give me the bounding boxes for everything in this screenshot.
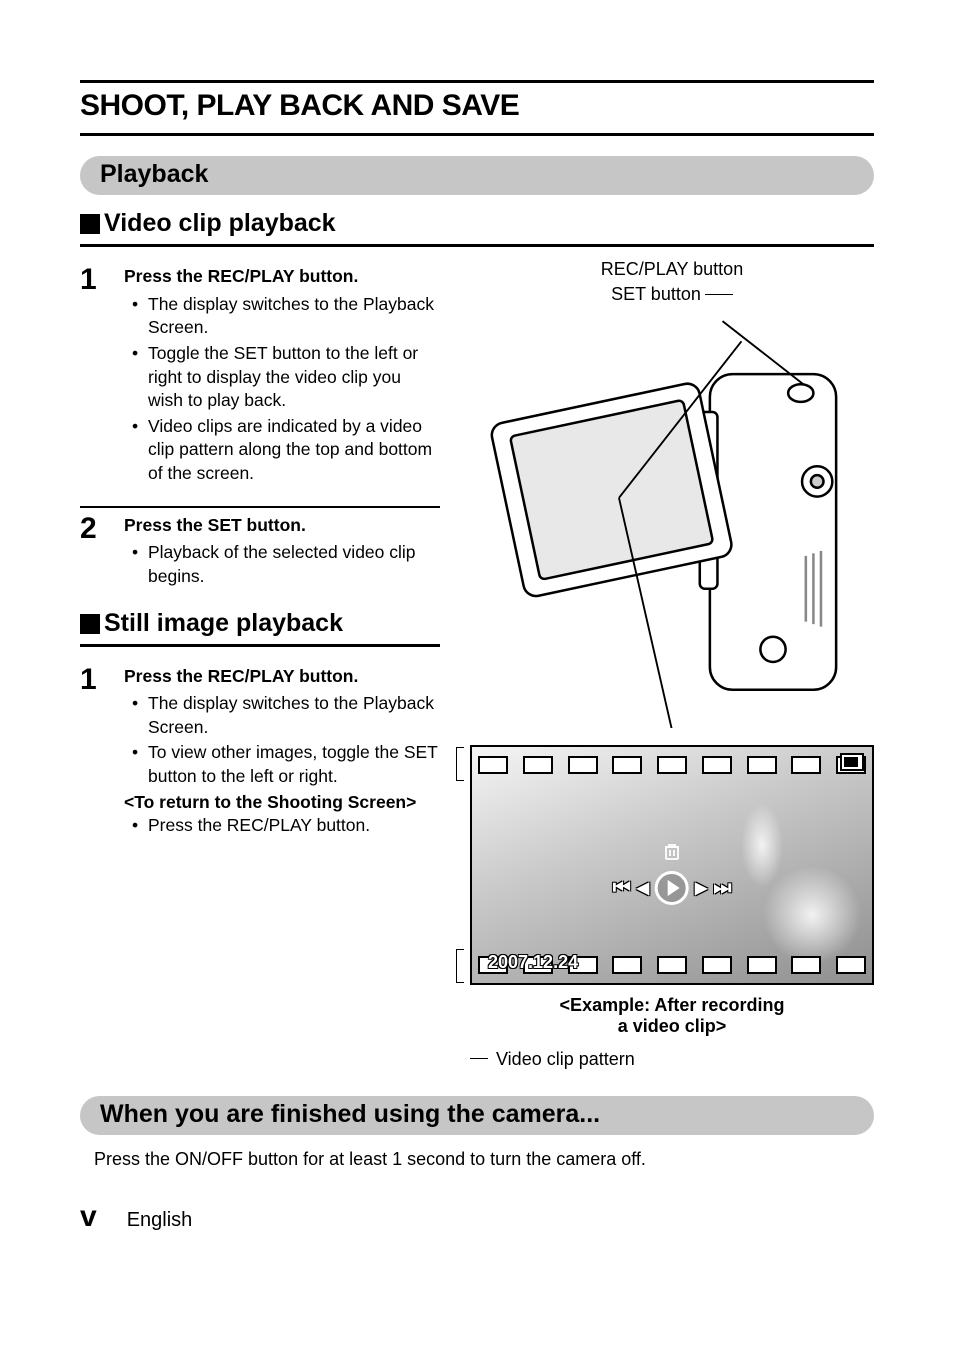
step-bullet: The display switches to the Playback Scr… xyxy=(130,293,440,340)
subheading-still-image-playback: Still image playback xyxy=(80,609,440,647)
step-bullet: Toggle the SET button to the left or rig… xyxy=(130,342,440,413)
section-heading-finished: When you are finished using the camera..… xyxy=(80,1096,874,1135)
heading-bullet-icon xyxy=(80,214,100,234)
playback-date: 2007.12.24 xyxy=(488,952,578,973)
label-text: Video clip pattern xyxy=(496,1049,635,1070)
camera-diagram xyxy=(470,311,874,733)
video-clip-pattern-label: Video clip pattern xyxy=(470,1049,874,1070)
page-number: v xyxy=(80,1200,97,1234)
finished-body: Press the ON/OFF button for at least 1 s… xyxy=(94,1149,874,1170)
playback-controls-icon: ⏮ ◀ ▶ ⏭ xyxy=(613,871,732,905)
step-1: 1 Press the REC/PLAY button. The display… xyxy=(80,259,440,488)
subheading-text: Still image playback xyxy=(104,609,343,637)
illustration-caption: <Example: After recording a video clip> xyxy=(470,995,874,1037)
skip-prev-icon: ⏮ xyxy=(613,877,631,900)
subheading-text: Video clip playback xyxy=(104,209,336,237)
section-heading-playback: Playback xyxy=(80,156,874,195)
bracket-icon xyxy=(456,747,464,781)
nav-right-icon: ▶ xyxy=(695,878,707,898)
video-clip-pattern-top xyxy=(478,753,866,777)
step-3: 1 Press the REC/PLAY button. The display… xyxy=(80,659,440,840)
step-2: 2 Press the SET button. Playback of the … xyxy=(80,506,440,591)
skip-next-icon: ⏭ xyxy=(713,877,731,900)
step-lead: Press the SET button. xyxy=(124,514,440,538)
playback-screen-illustration: ⏮ ◀ ▶ ⏭ 2007.12.24 xyxy=(470,745,874,985)
subheading-video-clip-playback: Video clip playback xyxy=(80,209,874,247)
step-note: <To return to the Shooting Screen> xyxy=(124,791,440,815)
leader-line-icon xyxy=(705,294,733,295)
step-bullet: Playback of the selected video clip begi… xyxy=(130,541,440,588)
bracket-icon xyxy=(456,949,464,983)
heading-bullet-icon xyxy=(80,614,100,634)
page-footer: v English xyxy=(80,1200,874,1234)
nav-left-icon: ◀ xyxy=(637,878,649,898)
step-lead: Press the REC/PLAY button. xyxy=(124,265,440,289)
step-number: 1 xyxy=(80,665,124,840)
page-title: SHOOT, PLAY BACK AND SAVE xyxy=(80,80,874,136)
battery-icon xyxy=(840,753,864,771)
diagram-label-set: SET button xyxy=(611,284,701,305)
play-icon xyxy=(655,871,689,905)
step-number: 1 xyxy=(80,265,124,488)
caption-line: <Example: After recording xyxy=(470,995,874,1016)
step-bullet: To view other images, toggle the SET but… xyxy=(130,741,440,788)
step-bullet: The display switches to the Playback Scr… xyxy=(130,692,440,739)
step-lead: Press the REC/PLAY button. xyxy=(124,665,440,689)
step-bullet: Video clips are indicated by a video cli… xyxy=(130,415,440,486)
caption-line: a video clip> xyxy=(470,1016,874,1037)
diagram-label-recplay: REC/PLAY button xyxy=(470,259,874,280)
step-number: 2 xyxy=(80,514,124,591)
step-bullet: Press the REC/PLAY button. xyxy=(130,814,440,838)
trash-icon xyxy=(662,841,682,861)
footer-language: English xyxy=(127,1209,193,1232)
